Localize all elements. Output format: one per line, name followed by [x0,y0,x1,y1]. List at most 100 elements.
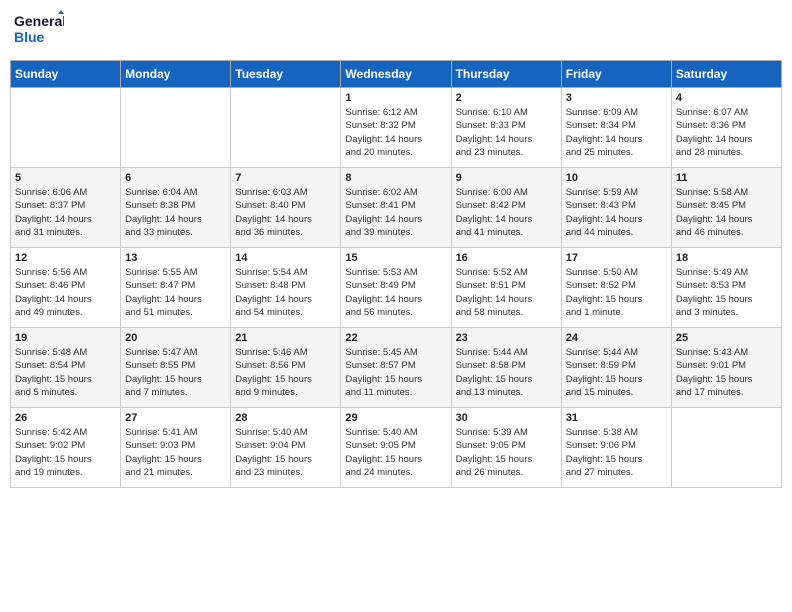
calendar-cell: 4 Sunrise: 6:07 AM Sunset: 8:36 PM Daylig… [671,88,781,168]
day-info: Sunrise: 5:43 AM Sunset: 9:01 PM Dayligh… [676,346,777,399]
header-sunday: Sunday [11,61,121,88]
header-saturday: Saturday [671,61,781,88]
calendar-cell: 18 Sunrise: 5:49 AM Sunset: 8:53 PM Dayli… [671,248,781,328]
calendar-cell: 6 Sunrise: 6:04 AM Sunset: 8:38 PM Daylig… [121,168,231,248]
logo-svg: General Blue [14,10,64,52]
day-info: Sunrise: 5:46 AM Sunset: 8:56 PM Dayligh… [235,346,336,399]
day-info: Sunrise: 5:55 AM Sunset: 8:47 PM Dayligh… [125,266,226,319]
calendar-cell [231,88,341,168]
day-info: Sunrise: 5:53 AM Sunset: 8:49 PM Dayligh… [345,266,446,319]
page-header: General Blue [10,10,782,52]
calendar-week-0: 1 Sunrise: 6:12 AM Sunset: 8:32 PM Daylig… [11,88,782,168]
calendar-cell: 20 Sunrise: 5:47 AM Sunset: 8:55 PM Dayli… [121,328,231,408]
calendar-cell: 16 Sunrise: 5:52 AM Sunset: 8:51 PM Dayli… [451,248,561,328]
calendar-cell: 31 Sunrise: 5:38 AM Sunset: 9:06 PM Dayli… [561,408,671,488]
day-info: Sunrise: 5:38 AM Sunset: 9:06 PM Dayligh… [566,426,667,479]
calendar-cell: 29Sunrise: 5:40 AM Sunset: 9:05 PM Dayli… [341,408,451,488]
calendar-cell: 23 Sunrise: 5:44 AM Sunset: 8:58 PM Dayli… [451,328,561,408]
calendar-header-row: SundayMondayTuesdayWednesdayThursdayFrid… [11,61,782,88]
day-info: Sunrise: 5:48 AM Sunset: 8:54 PM Dayligh… [15,346,116,399]
calendar-cell: 22 Sunrise: 5:45 AM Sunset: 8:57 PM Dayli… [341,328,451,408]
day-info: Sunrise: 5:39 AM Sunset: 9:05 PM Dayligh… [456,426,557,479]
day-number: 1 [345,92,446,104]
day-number: 11 [676,172,777,184]
calendar-week-3: 19 Sunrise: 5:48 AM Sunset: 8:54 PM Dayli… [11,328,782,408]
calendar-cell: 3Sunrise: 6:09 AM Sunset: 8:34 PM Daylig… [561,88,671,168]
calendar-cell: 10 Sunrise: 5:59 AM Sunset: 8:43 PM Dayli… [561,168,671,248]
day-number: 6 [125,172,226,184]
day-info: Sunrise: 5:56 AM Sunset: 8:46 PM Dayligh… [15,266,116,319]
day-info: Sunrise: 5:47 AM Sunset: 8:55 PM Dayligh… [125,346,226,399]
day-info: Sunrise: 5:44 AM Sunset: 8:58 PM Dayligh… [456,346,557,399]
day-info: Sunrise: 5:42 AM Sunset: 9:02 PM Dayligh… [15,426,116,479]
calendar-cell: 21 Sunrise: 5:46 AM Sunset: 8:56 PM Dayli… [231,328,341,408]
day-info: Sunrise: 6:02 AM Sunset: 8:41 PM Dayligh… [345,186,446,239]
day-number: 20 [125,332,226,344]
calendar-table: SundayMondayTuesdayWednesdayThursdayFrid… [10,60,782,488]
calendar-cell [121,88,231,168]
day-info: Sunrise: 5:49 AM Sunset: 8:53 PM Dayligh… [676,266,777,319]
calendar-cell: 19 Sunrise: 5:48 AM Sunset: 8:54 PM Dayli… [11,328,121,408]
day-info: Sunrise: 5:40 AM Sunset: 9:05 PM Dayligh… [345,426,446,479]
day-number: 13 [125,252,226,264]
calendar-cell [11,88,121,168]
day-number: 14 [235,252,336,264]
calendar-cell [671,408,781,488]
calendar-cell: 8 Sunrise: 6:02 AM Sunset: 8:41 PM Daylig… [341,168,451,248]
day-number: 25 [676,332,777,344]
day-number: 10 [566,172,667,184]
calendar-cell: 7 Sunrise: 6:03 AM Sunset: 8:40 PM Daylig… [231,168,341,248]
calendar-cell: 9Sunrise: 6:00 AM Sunset: 8:42 PM Daylig… [451,168,561,248]
calendar-cell: 14Sunrise: 5:54 AM Sunset: 8:48 PM Dayli… [231,248,341,328]
day-info: Sunrise: 6:03 AM Sunset: 8:40 PM Dayligh… [235,186,336,239]
day-number: 5 [15,172,116,184]
day-number: 24 [566,332,667,344]
calendar-week-1: 5 Sunrise: 6:06 AM Sunset: 8:37 PM Daylig… [11,168,782,248]
day-number: 22 [345,332,446,344]
day-number: 8 [345,172,446,184]
day-number: 21 [235,332,336,344]
day-number: 19 [15,332,116,344]
calendar-cell: 25 Sunrise: 5:43 AM Sunset: 9:01 PM Dayli… [671,328,781,408]
day-number: 4 [676,92,777,104]
day-info: Sunrise: 6:00 AM Sunset: 8:42 PM Dayligh… [456,186,557,239]
calendar-cell: 5 Sunrise: 6:06 AM Sunset: 8:37 PM Daylig… [11,168,121,248]
day-number: 7 [235,172,336,184]
day-number: 28 [235,412,336,424]
day-number: 31 [566,412,667,424]
calendar-cell: 30 Sunrise: 5:39 AM Sunset: 9:05 PM Dayli… [451,408,561,488]
day-number: 18 [676,252,777,264]
day-info: Sunrise: 6:09 AM Sunset: 8:34 PM Dayligh… [566,106,667,159]
day-info: Sunrise: 6:07 AM Sunset: 8:36 PM Dayligh… [676,106,777,159]
day-info: Sunrise: 5:58 AM Sunset: 8:45 PM Dayligh… [676,186,777,239]
day-number: 26 [15,412,116,424]
day-info: Sunrise: 5:44 AM Sunset: 8:59 PM Dayligh… [566,346,667,399]
calendar-cell: 27Sunrise: 5:41 AM Sunset: 9:03 PM Dayli… [121,408,231,488]
day-info: Sunrise: 6:06 AM Sunset: 8:37 PM Dayligh… [15,186,116,239]
day-number: 2 [456,92,557,104]
svg-text:Blue: Blue [14,29,45,45]
day-info: Sunrise: 5:45 AM Sunset: 8:57 PM Dayligh… [345,346,446,399]
day-number: 16 [456,252,557,264]
calendar-week-4: 26 Sunrise: 5:42 AM Sunset: 9:02 PM Dayli… [11,408,782,488]
calendar-cell: 17 Sunrise: 5:50 AM Sunset: 8:52 PM Dayli… [561,248,671,328]
day-info: Sunrise: 6:10 AM Sunset: 8:33 PM Dayligh… [456,106,557,159]
calendar-cell: 13 Sunrise: 5:55 AM Sunset: 8:47 PM Dayli… [121,248,231,328]
day-number: 17 [566,252,667,264]
day-number: 15 [345,252,446,264]
calendar-cell: 1 Sunrise: 6:12 AM Sunset: 8:32 PM Daylig… [341,88,451,168]
day-info: Sunrise: 5:50 AM Sunset: 8:52 PM Dayligh… [566,266,667,319]
day-info: Sunrise: 6:12 AM Sunset: 8:32 PM Dayligh… [345,106,446,159]
svg-text:General: General [14,13,64,29]
day-info: Sunrise: 5:59 AM Sunset: 8:43 PM Dayligh… [566,186,667,239]
header-friday: Friday [561,61,671,88]
calendar-cell: 24 Sunrise: 5:44 AM Sunset: 8:59 PM Dayli… [561,328,671,408]
day-number: 12 [15,252,116,264]
day-number: 27 [125,412,226,424]
day-number: 30 [456,412,557,424]
day-number: 23 [456,332,557,344]
header-thursday: Thursday [451,61,561,88]
day-info: Sunrise: 6:04 AM Sunset: 8:38 PM Dayligh… [125,186,226,239]
day-info: Sunrise: 5:52 AM Sunset: 8:51 PM Dayligh… [456,266,557,319]
header-tuesday: Tuesday [231,61,341,88]
